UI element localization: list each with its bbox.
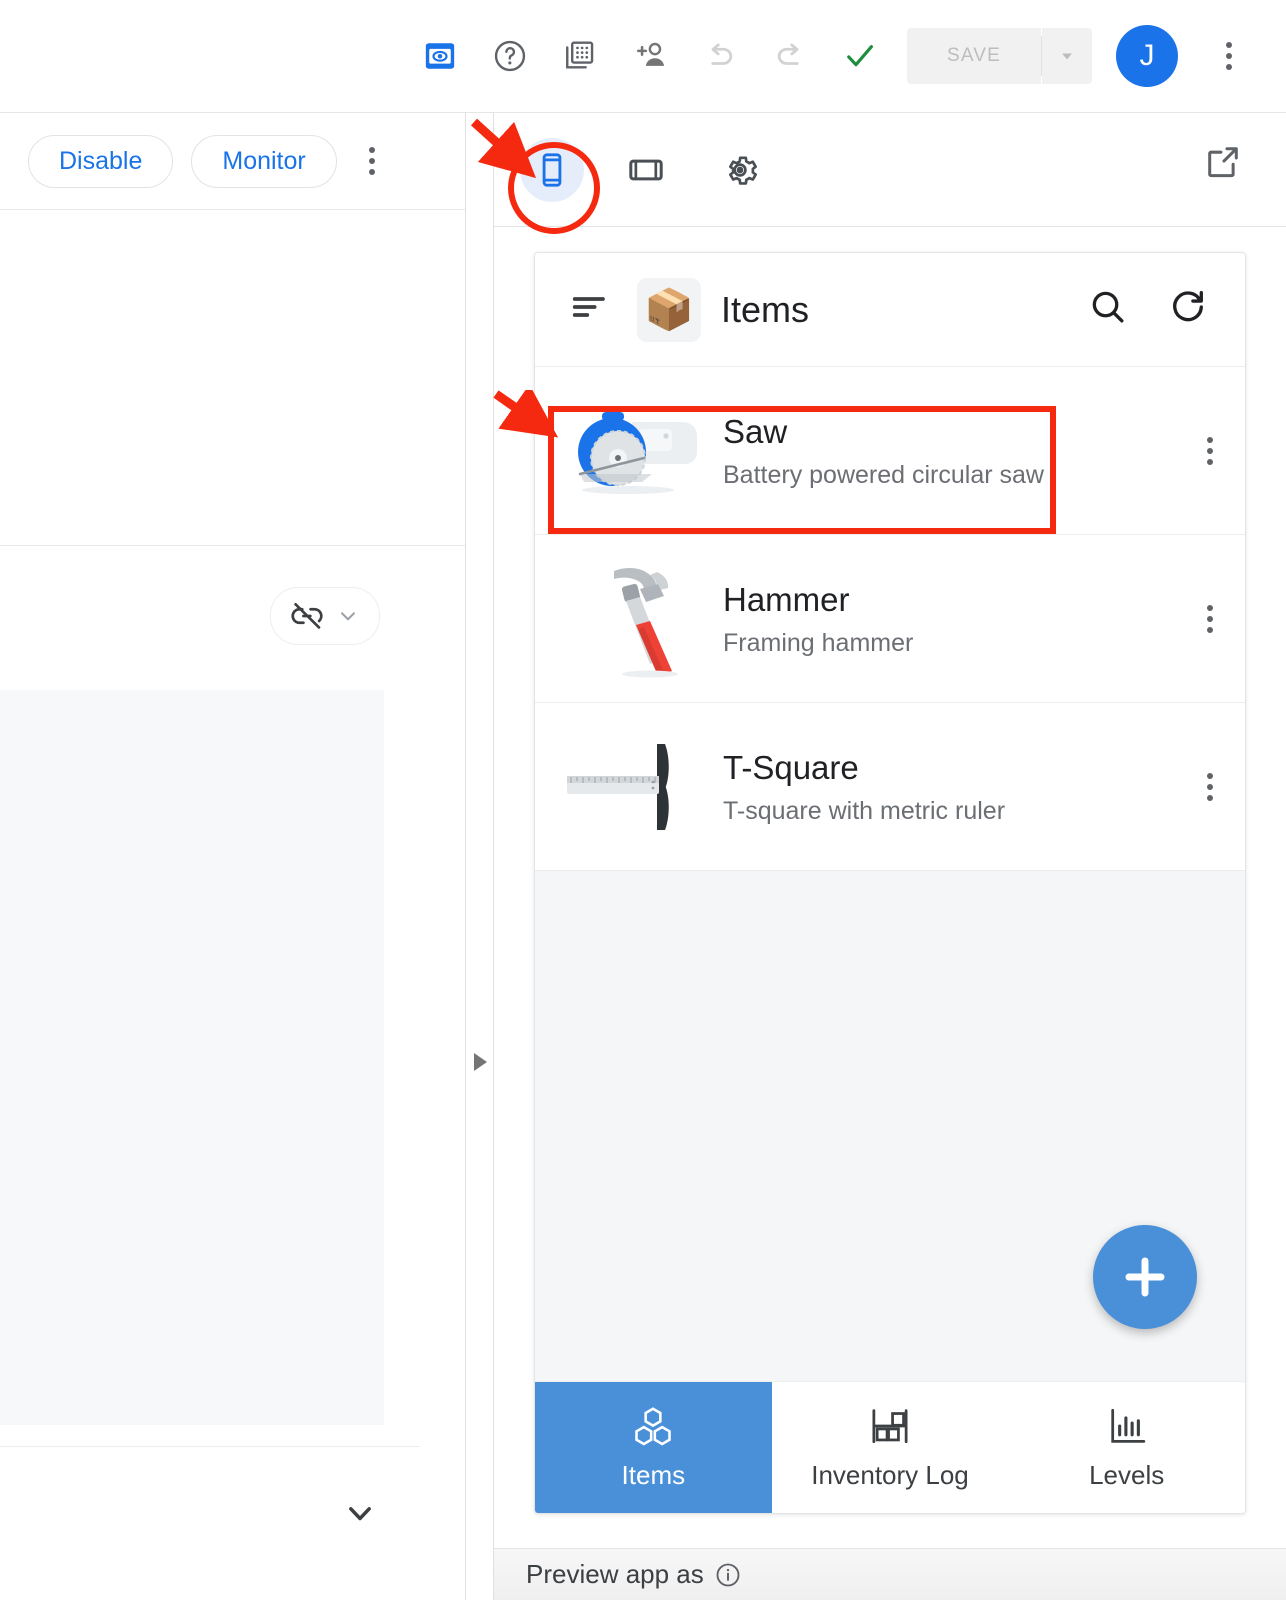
left-panel-divider bbox=[0, 1446, 420, 1447]
hamburger-menu-icon[interactable] bbox=[563, 281, 615, 338]
preview-as-label: Preview app as bbox=[526, 1559, 704, 1589]
preview-stage: 📦 Items Saw Battery powered circular saw… bbox=[494, 227, 1286, 1600]
left-editor-panel: Disable Monitor bbox=[0, 113, 466, 1600]
triangle-right-icon[interactable] bbox=[474, 1053, 487, 1071]
gear-icon bbox=[728, 155, 758, 185]
preview-pane: 📦 Items Saw Battery powered circular saw… bbox=[494, 113, 1286, 1600]
app-logo-icon: 📦 bbox=[637, 277, 701, 342]
table-row[interactable]: Saw Battery powered circular saw bbox=[535, 367, 1245, 535]
hammer-image bbox=[557, 559, 715, 679]
circular-saw-image bbox=[557, 391, 715, 511]
item-subtitle: Battery powered circular saw bbox=[723, 460, 1044, 489]
preview-footer: Preview app as bbox=[494, 1548, 1286, 1600]
tablet-view-button[interactable] bbox=[614, 138, 678, 202]
save-dropdown-button[interactable] bbox=[1042, 28, 1092, 84]
item-more-vert-icon[interactable] bbox=[1201, 763, 1219, 811]
more-vert-icon[interactable] bbox=[1201, 28, 1257, 84]
chevron-down-icon bbox=[349, 1507, 371, 1521]
top-toolbar: SAVE J bbox=[0, 0, 1286, 113]
item-text: Saw Battery powered circular saw bbox=[715, 411, 1201, 489]
item-more-vert-icon[interactable] bbox=[1201, 427, 1219, 475]
bar-chart-icon bbox=[1110, 1408, 1145, 1443]
save-button[interactable]: SAVE bbox=[907, 28, 1041, 84]
item-subtitle: Framing hammer bbox=[723, 628, 914, 657]
list-empty-area bbox=[535, 871, 1245, 1381]
tab-items[interactable]: Items bbox=[535, 1382, 772, 1513]
left-panel-binding-row bbox=[0, 546, 465, 686]
phone-icon bbox=[542, 152, 562, 187]
phone-view-button[interactable] bbox=[520, 137, 584, 202]
item-title: Saw bbox=[723, 413, 788, 451]
help-icon[interactable] bbox=[482, 28, 538, 84]
tab-label: Items bbox=[621, 1460, 686, 1490]
t-square-image bbox=[557, 727, 715, 847]
left-panel-canvas-placeholder bbox=[0, 690, 384, 1425]
tab-inventory-log[interactable]: Inventory Log bbox=[771, 1382, 1009, 1513]
link-off-button[interactable] bbox=[270, 587, 380, 645]
disable-button[interactable]: Disable bbox=[28, 134, 174, 188]
avatar[interactable]: J bbox=[1116, 25, 1178, 87]
redo-icon[interactable] bbox=[762, 28, 818, 84]
item-title: T-Square bbox=[723, 749, 859, 787]
left-action-bar: Disable Monitor bbox=[0, 113, 465, 210]
preview-icon[interactable] bbox=[412, 28, 468, 84]
info-icon[interactable] bbox=[714, 1561, 742, 1589]
tablet-icon bbox=[629, 159, 663, 180]
monitor-button[interactable]: Monitor bbox=[191, 134, 337, 188]
save-button-group: SAVE bbox=[907, 28, 1092, 84]
tab-label: Levels bbox=[1089, 1460, 1165, 1490]
refresh-icon[interactable] bbox=[1159, 278, 1217, 341]
left-panel-expand-button[interactable] bbox=[340, 1493, 380, 1538]
left-panel-more-vert-icon[interactable] bbox=[361, 139, 383, 183]
item-subtitle: T-square with metric ruler bbox=[723, 796, 1006, 825]
item-title: Hammer bbox=[723, 581, 850, 619]
link-off-icon bbox=[291, 602, 323, 629]
add-person-icon[interactable] bbox=[622, 28, 678, 84]
plus-icon bbox=[1125, 1257, 1165, 1297]
panel-split-handle[interactable] bbox=[466, 113, 494, 1600]
preview-settings-button[interactable] bbox=[708, 138, 772, 202]
tab-label: Inventory Log bbox=[811, 1460, 969, 1490]
item-list: Saw Battery powered circular saw Hammer … bbox=[535, 367, 1245, 871]
item-text: Hammer Framing hammer bbox=[715, 579, 1201, 657]
bottom-nav: Items Inventory Log Levels bbox=[535, 1381, 1245, 1513]
shelf-icon bbox=[872, 1409, 908, 1444]
app-title: Items bbox=[721, 288, 810, 330]
undo-icon[interactable] bbox=[692, 28, 748, 84]
left-panel-section-blank bbox=[0, 210, 465, 546]
preview-toolbar bbox=[494, 113, 1286, 227]
phone-frame: 📦 Items Saw Battery powered circular saw… bbox=[534, 252, 1246, 1514]
app-gallery-icon[interactable] bbox=[552, 28, 608, 84]
check-icon[interactable] bbox=[832, 28, 888, 84]
table-row[interactable]: T-Square T-square with metric ruler bbox=[535, 703, 1245, 871]
boxes-icon bbox=[635, 1407, 672, 1446]
chevron-down-icon bbox=[341, 612, 355, 621]
chevron-down-icon bbox=[1062, 53, 1072, 60]
item-more-vert-icon[interactable] bbox=[1201, 595, 1219, 643]
add-item-fab[interactable] bbox=[1093, 1225, 1197, 1329]
item-text: T-Square T-square with metric ruler bbox=[715, 747, 1201, 825]
app-bar: 📦 Items bbox=[535, 253, 1245, 367]
app-root: SAVE J Disable Monitor 📦 Items Saw Batte… bbox=[0, 0, 1286, 1600]
open-in-new-icon[interactable] bbox=[1204, 143, 1242, 186]
table-row[interactable]: Hammer Framing hammer bbox=[535, 535, 1245, 703]
search-icon[interactable] bbox=[1079, 278, 1137, 341]
tab-levels[interactable]: Levels bbox=[1008, 1382, 1245, 1513]
